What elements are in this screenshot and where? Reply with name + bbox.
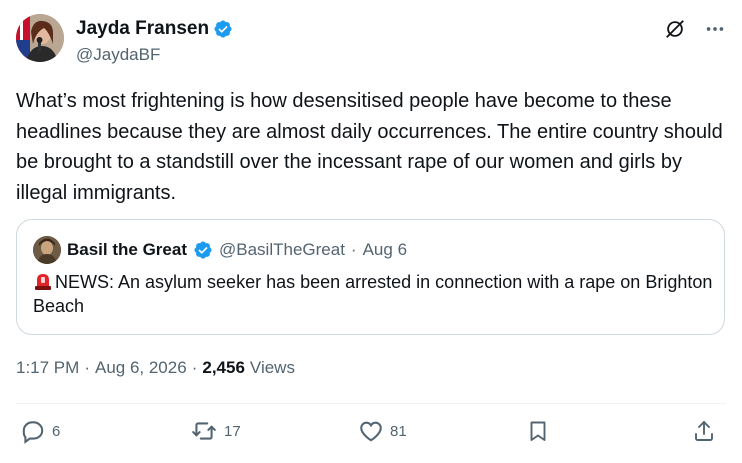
views-count[interactable]: 2,456 <box>202 358 245 378</box>
like-icon <box>360 421 382 442</box>
meta-separator: · <box>84 358 90 377</box>
quote-author-display-name[interactable]: Basil the Great <box>67 240 187 260</box>
verified-badge-icon <box>214 20 232 38</box>
siren-icon <box>35 274 51 290</box>
author-avatar[interactable] <box>16 14 64 62</box>
verified-badge-icon <box>194 241 212 259</box>
author-handle[interactable]: @JaydaBF <box>76 45 233 65</box>
quote-author-handle[interactable]: @BasilTheGreat <box>219 240 345 260</box>
tweet-meta: 1:17 PM · Aug 6, 2026 · 2,456 Views <box>16 358 295 378</box>
quote-separator: · <box>350 240 357 259</box>
grok-icon[interactable] <box>664 18 686 40</box>
quote-author-avatar[interactable] <box>33 236 61 264</box>
tweet-text: What’s most frightening is how desensiti… <box>16 90 723 204</box>
like-count: 81 <box>390 422 407 440</box>
meta-separator: · <box>191 358 198 377</box>
tweet-time[interactable]: 1:17 PM <box>16 358 79 378</box>
author-display-name[interactable]: Jayda Fransen <box>76 18 209 40</box>
share-button[interactable] <box>692 418 716 444</box>
views-label[interactable]: Views <box>250 358 295 378</box>
quote-text-content: NEWS: An asylum seeker has been arrested… <box>33 272 713 316</box>
quote-date[interactable]: Aug 6 <box>363 240 407 260</box>
action-bar: 6 17 81 <box>16 418 726 448</box>
repost-count: 17 <box>224 422 241 440</box>
repost-button[interactable]: 17 <box>190 418 241 444</box>
tweet-date[interactable]: Aug 6, 2026 <box>95 358 187 378</box>
bookmark-button[interactable] <box>526 418 550 444</box>
like-button[interactable]: 81 <box>358 418 407 444</box>
quote-text: NEWS: An asylum seeker has been arrested… <box>33 270 713 318</box>
share-icon <box>695 421 713 441</box>
tweet-header: Jayda Fransen @JaydaBF <box>16 14 726 66</box>
reply-button[interactable]: 6 <box>20 418 60 444</box>
quoted-tweet[interactable]: Basil the Great @BasilTheGreat · Aug 6 N… <box>16 219 725 335</box>
reply-count: 6 <box>52 422 61 440</box>
bookmark-icon <box>530 421 546 441</box>
repost-icon <box>192 422 216 440</box>
divider <box>16 403 726 404</box>
reply-icon <box>22 421 44 444</box>
more-icon[interactable] <box>704 18 726 40</box>
